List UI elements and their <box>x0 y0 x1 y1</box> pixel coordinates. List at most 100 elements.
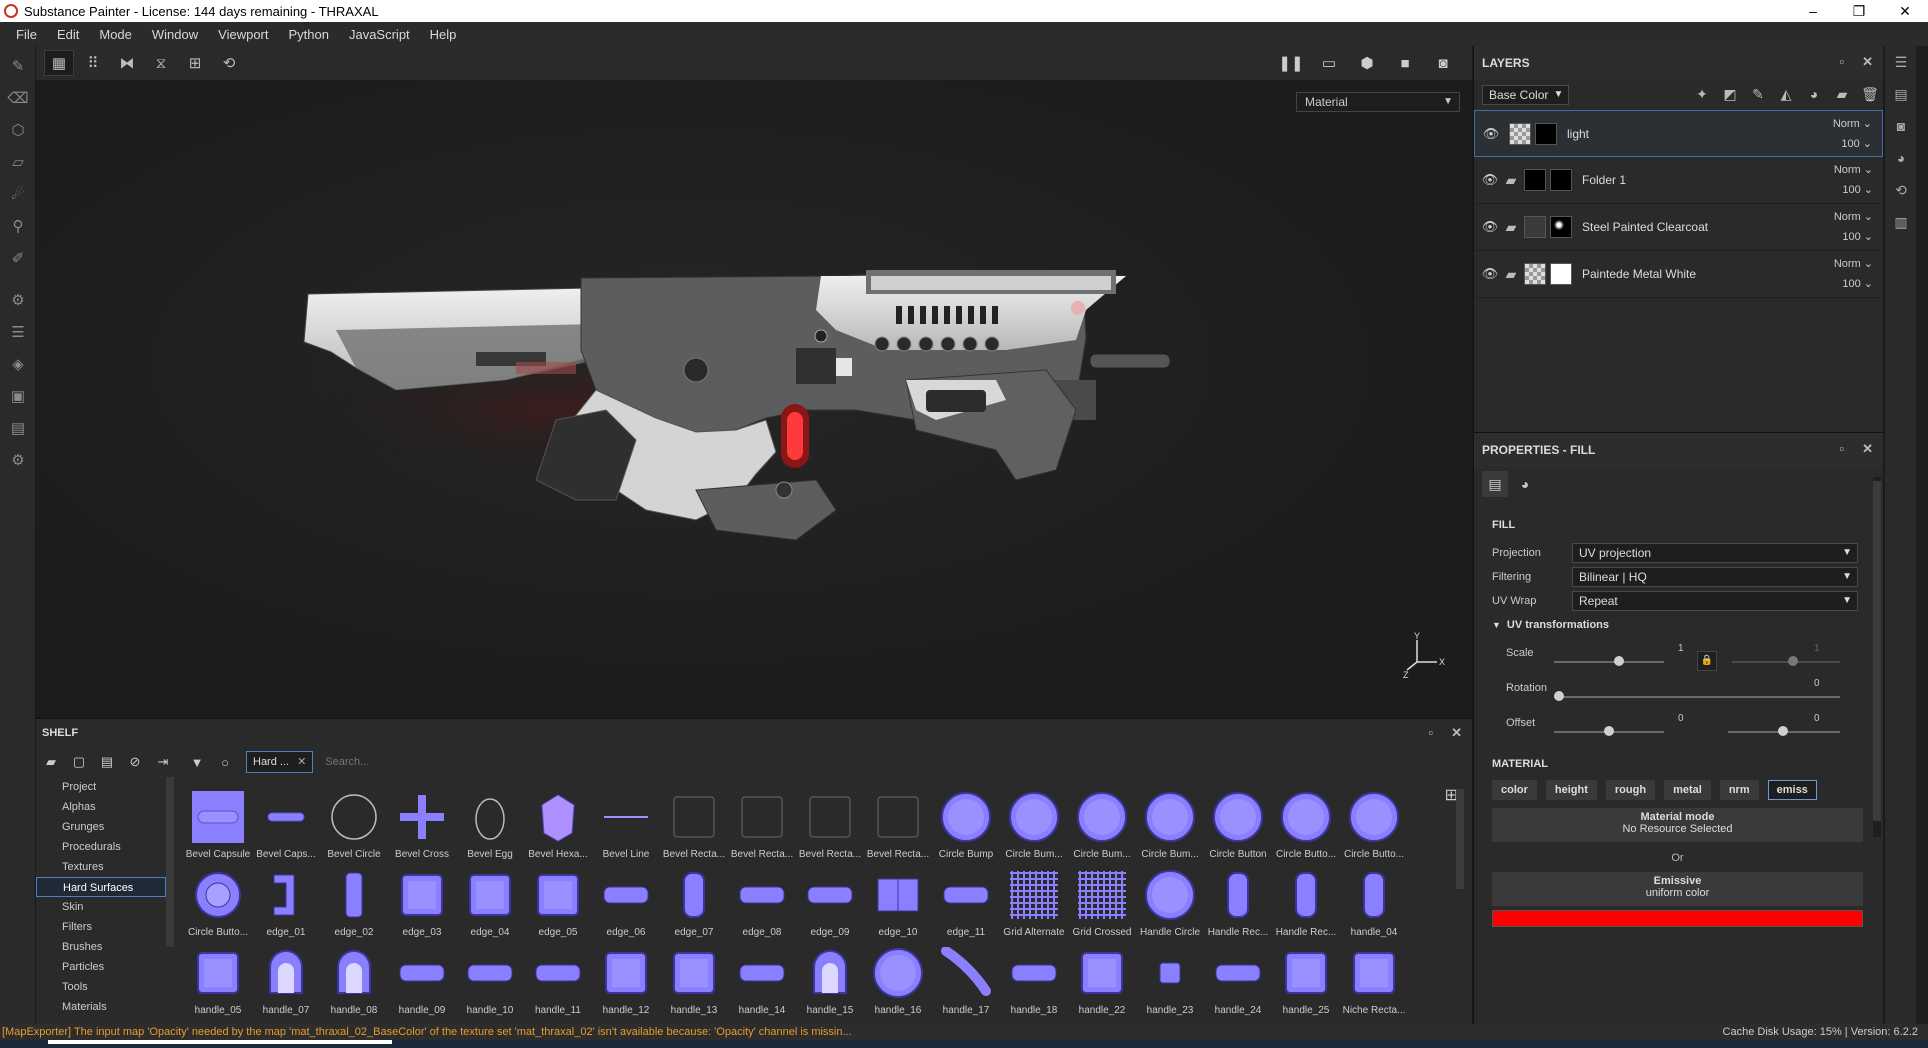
shelf-category-tools[interactable]: Tools <box>36 977 166 997</box>
shelf-item[interactable]: Bevel Line <box>592 787 660 865</box>
new-resource-icon[interactable]: ▢ <box>68 751 90 773</box>
blend-mode-select[interactable]: Norm ⌄ <box>1834 163 1873 176</box>
visibility-eye-icon[interactable]: 👁 <box>1479 126 1503 142</box>
shelf-item[interactable]: Bevel Recta... <box>864 787 932 865</box>
paint-brush-icon[interactable]: ✎ <box>0 50 36 82</box>
properties-scrollbar[interactable] <box>1873 477 1881 837</box>
shelf-item[interactable]: Grid Alternate <box>1000 865 1068 943</box>
blend-mode-select[interactable]: Norm ⌄ <box>1834 257 1873 270</box>
shelf-item[interactable]: handle_23 <box>1136 943 1204 1021</box>
shelf-item[interactable]: Circle Butto... <box>1340 787 1408 865</box>
channel-color-button[interactable]: color <box>1492 780 1537 800</box>
shelf-item[interactable]: handle_09 <box>388 943 456 1021</box>
shelf-item[interactable]: Grid Crossed <box>1068 865 1136 943</box>
blend-mode-select[interactable]: Norm ⌄ <box>1833 117 1872 130</box>
menu-window[interactable]: Window <box>142 27 208 42</box>
delete-layer-icon[interactable]: 🗑 <box>1861 86 1879 103</box>
shelf-item[interactable]: Bevel Capsule <box>184 787 252 865</box>
add-paint-layer-icon[interactable]: ✎ <box>1749 86 1767 103</box>
hide-icon[interactable]: ⊘ <box>124 751 146 773</box>
menu-python[interactable]: Python <box>278 27 338 42</box>
shelf-item[interactable]: Bevel Recta... <box>660 787 728 865</box>
add-folder-icon[interactable]: ▰ <box>1833 86 1851 103</box>
shelf-item[interactable]: Circle Bum... <box>1000 787 1068 865</box>
bake-icon[interactable]: ⚙ <box>0 284 36 316</box>
shader-icon[interactable]: ◕ <box>1885 142 1917 174</box>
shelf-item[interactable]: handle_24 <box>1204 943 1272 1021</box>
layer-row-folder-1[interactable]: 👁 ▰ Folder 1 Norm ⌄ 100 ⌄ <box>1474 157 1883 204</box>
shelf-category-textures[interactable]: Textures <box>36 857 166 877</box>
shelf-item[interactable]: handle_04 <box>1340 865 1408 943</box>
uv-transformations-toggle[interactable]: ▼ UV transformations <box>1492 619 1863 631</box>
lock-icon[interactable]: 🔒 <box>1697 651 1717 671</box>
layer-row-light[interactable]: 👁 light Norm ⌄ 100 ⌄ <box>1474 110 1883 157</box>
shelf-item[interactable]: Bevel Circle <box>320 787 388 865</box>
menu-viewport[interactable]: Viewport <box>208 27 278 42</box>
shelf-item[interactable]: Bevel Cross <box>388 787 456 865</box>
frame-icon[interactable]: ⊞ <box>180 50 210 76</box>
shelf-item[interactable]: handle_05 <box>184 943 252 1021</box>
shelf-item[interactable]: handle_08 <box>320 943 388 1021</box>
visibility-eye-icon[interactable]: 👁 <box>1478 172 1502 188</box>
shelf-category-skin[interactable]: Skin <box>36 897 166 917</box>
photoshop-export-icon[interactable]: ▣ <box>0 380 36 412</box>
smudge-icon[interactable]: ☄ <box>0 178 36 210</box>
add-fill-layer-icon[interactable]: ◭ <box>1777 86 1795 103</box>
import-icon[interactable]: ⇥ <box>152 751 174 773</box>
shader-settings-icon[interactable]: ◈ <box>0 348 36 380</box>
shelf-item[interactable]: Circle Bump <box>932 787 1000 865</box>
shelf-item[interactable]: edge_07 <box>660 865 728 943</box>
view-3d-icon[interactable]: ⬢ <box>1352 50 1382 76</box>
fill-settings-tab-icon[interactable]: ▤ <box>1482 471 1508 497</box>
archive-icon[interactable]: ▤ <box>96 751 118 773</box>
shelf-item[interactable]: handle_07 <box>252 943 320 1021</box>
shelf-item[interactable]: Circle Bum... <box>1068 787 1136 865</box>
projection-icon[interactable]: ⬡ <box>0 114 36 146</box>
shelf-item[interactable]: handle_12 <box>592 943 660 1021</box>
shelf-item[interactable]: edge_08 <box>728 865 796 943</box>
shelf-category-alphas[interactable]: Alphas <box>36 797 166 817</box>
polygon-fill-icon[interactable]: ▱ <box>0 146 36 178</box>
circle-filter-icon[interactable]: ○ <box>214 751 236 773</box>
shelf-search-input[interactable] <box>319 751 1420 773</box>
shelf-item[interactable]: handle_16 <box>864 943 932 1021</box>
uv-wrap-select[interactable]: Repeat ▼ <box>1572 591 1858 611</box>
shelf-item[interactable]: Bevel Recta... <box>728 787 796 865</box>
rotation-slider-knob[interactable] <box>1554 691 1564 701</box>
view-2d-icon[interactable]: ▭ <box>1314 50 1344 76</box>
shelf-scrollbar[interactable] <box>1456 789 1464 889</box>
shelf-item[interactable]: edge_04 <box>456 865 524 943</box>
pause-icon[interactable]: ❚❚ <box>1276 50 1306 76</box>
shelf-item[interactable]: Handle Rec... <box>1272 865 1340 943</box>
shelf-item[interactable]: Circle Butto... <box>184 865 252 943</box>
display-settings-icon[interactable]: ☰ <box>0 316 36 348</box>
filter-icon[interactable]: ▼ <box>186 751 208 773</box>
opacity-value[interactable]: 100 ⌄ <box>1842 183 1873 196</box>
shelf-category-materials[interactable]: Materials <box>36 997 166 1017</box>
export-icon[interactable]: ▤ <box>0 412 36 444</box>
shelf-category-hard-surfaces[interactable]: Hard Surfaces <box>36 877 166 897</box>
opacity-value[interactable]: 100 ⌄ <box>1841 137 1872 150</box>
add-smart-material-icon[interactable]: ◕ <box>1805 86 1823 103</box>
shelf-item[interactable]: Bevel Caps... <box>252 787 320 865</box>
shelf-category-project[interactable]: Project <box>36 777 166 797</box>
shelf-category-filters[interactable]: Filters <box>36 917 166 937</box>
material-mode-slot[interactable]: Material mode No Resource Selected <box>1492 808 1863 842</box>
camera-video-icon[interactable]: ■ <box>1390 50 1420 76</box>
menu-mode[interactable]: Mode <box>89 27 142 42</box>
menu-edit[interactable]: Edit <box>47 27 89 42</box>
shelf-item[interactable]: edge_01 <box>252 865 320 943</box>
float-panel-icon[interactable]: ▫ <box>1839 54 1844 70</box>
shelf-item[interactable]: Niche Recta... <box>1340 943 1408 1021</box>
shelf-item[interactable]: Handle Rec... <box>1204 865 1272 943</box>
shelf-category-procedurals[interactable]: Procedurals <box>36 837 166 857</box>
maximize-button[interactable]: ❐ <box>1836 0 1882 22</box>
channel-metal-button[interactable]: metal <box>1664 780 1711 800</box>
scale-slider-track[interactable] <box>1554 661 1664 663</box>
material-tab-icon[interactable]: ◕ <box>1512 471 1538 497</box>
shelf-item[interactable]: edge_02 <box>320 865 388 943</box>
visibility-eye-icon[interactable]: 👁 <box>1478 219 1502 235</box>
layers-panel-icon[interactable]: ☰ <box>1885 46 1917 78</box>
grid-view-icon[interactable]: ⠿ <box>78 50 108 76</box>
history-icon[interactable]: ⟲ <box>214 50 244 76</box>
